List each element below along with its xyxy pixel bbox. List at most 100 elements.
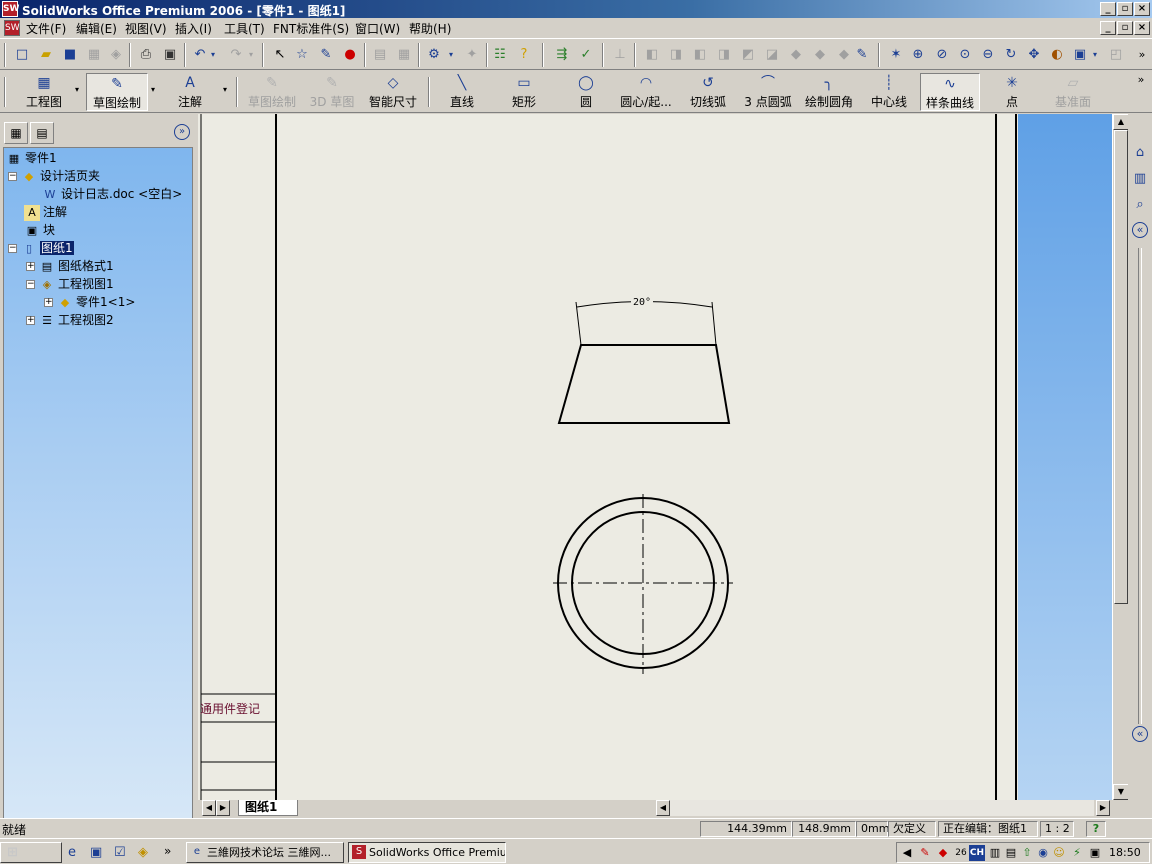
cm-fillet[interactable]: ╮ 绘制圆角 xyxy=(802,73,856,111)
save-icon[interactable]: ■ xyxy=(60,45,80,65)
angle-dimension-label[interactable]: 20° xyxy=(631,297,654,308)
new-icon[interactable]: □ xyxy=(12,45,32,65)
tray-keyboard-icon[interactable]: ▥ xyxy=(987,845,1003,861)
menu-file[interactable]: 文件(F) xyxy=(26,20,66,37)
vertical-scrollbar[interactable]: ▲ ▼ xyxy=(1112,114,1129,800)
menu-help[interactable]: 帮助(H) xyxy=(409,20,451,37)
tree-node-blocks[interactable]: ▣ 块 xyxy=(24,221,55,239)
redo-dropdown-icon[interactable]: ▾ xyxy=(246,45,256,65)
menu-view[interactable]: 视图(V) xyxy=(125,20,167,37)
tab-scroll-left-icon[interactable]: ◀ xyxy=(202,800,216,816)
cm-more-icon[interactable]: » xyxy=(1134,73,1148,111)
tree-node-part-instance[interactable]: + ◆ 零件1<1> xyxy=(44,293,135,311)
shadow-icon[interactable]: ◰ xyxy=(1106,45,1126,65)
cm-smart-dimension[interactable]: ◇ 智能尺寸 xyxy=(364,73,422,111)
expand-pane-icon[interactable]: « xyxy=(1132,726,1148,742)
rebuild-icon[interactable]: ● xyxy=(340,45,360,65)
collapse-pane-icon[interactable]: « xyxy=(1132,222,1148,238)
tree-node-drawing-view-2[interactable]: + ☰ 工程视图2 xyxy=(26,311,114,329)
cm-sketch-disabled[interactable]: ✎ 草图绘制 xyxy=(244,73,300,111)
scroll-down-icon[interactable]: ▼ xyxy=(1113,784,1129,800)
move-triad-icon[interactable]: ⊥ xyxy=(610,45,630,65)
minimize-button[interactable]: _ xyxy=(1100,2,1116,16)
quicklaunch-shield-icon[interactable]: ◈ xyxy=(138,845,148,860)
appearance-icon[interactable]: ▣ xyxy=(1070,45,1090,65)
menu-fnt-standard[interactable]: FNT标准件(S) xyxy=(273,20,349,37)
cm-3d-sketch[interactable]: ✎ 3D 草图 xyxy=(308,73,356,111)
scroll-thumb[interactable] xyxy=(1114,130,1128,604)
options-icon[interactable]: ⚙ xyxy=(424,45,444,65)
maximize-button[interactable]: ▫ xyxy=(1117,2,1133,16)
tab-scroll-right-icon[interactable]: ▶ xyxy=(216,800,230,816)
tray-network-icon[interactable]: ▤ xyxy=(1003,845,1019,861)
app-icon[interactable]: SW xyxy=(2,1,19,17)
tray-app-icon[interactable]: ✎ xyxy=(917,845,933,861)
status-help-icon[interactable]: ? xyxy=(1086,821,1106,837)
cube-icon[interactable]: ◈ xyxy=(106,45,126,65)
cm-sketch[interactable]: ✎ 草图绘制 xyxy=(86,73,148,111)
menu-tools[interactable]: 工具(T) xyxy=(224,20,265,37)
options-dropdown-icon[interactable]: ▾ xyxy=(446,45,456,65)
cm-plane[interactable]: ▱ 基准面 xyxy=(1046,73,1100,111)
tree-node-design-binder[interactable]: − ◆ 设计活页夹 xyxy=(8,167,100,185)
appearance-dropdown-icon[interactable]: ▾ xyxy=(1090,45,1100,65)
status-scale[interactable]: 1 : 2 xyxy=(1040,821,1074,837)
properties-icon[interactable]: ☷ xyxy=(490,45,510,65)
doc-close-button[interactable]: × xyxy=(1134,21,1150,35)
clock[interactable]: 18:50 xyxy=(1109,846,1141,859)
tray-antivirus-icon[interactable]: ◆ xyxy=(935,845,951,861)
sheet-tab[interactable]: 图纸1 xyxy=(238,800,298,816)
cm-rectangle[interactable]: ▭ 矩形 xyxy=(500,73,548,111)
expand-icon[interactable]: + xyxy=(26,262,35,271)
menu-insert[interactable]: 插入(I) xyxy=(175,20,212,37)
ime-indicator[interactable]: CH xyxy=(969,845,985,861)
quicklaunch-more-icon[interactable]: » xyxy=(164,844,171,858)
view-normal-icon[interactable]: ◆ xyxy=(834,45,854,65)
start-button[interactable]: ⊞ xyxy=(0,842,62,863)
cm-point[interactable]: ✳ 点 xyxy=(994,73,1030,111)
close-button[interactable]: × xyxy=(1134,2,1150,16)
pan-icon[interactable]: ✥ xyxy=(1024,45,1044,65)
menu-edit[interactable]: 编辑(E) xyxy=(76,20,117,37)
tree-node-part[interactable]: ▦ 零件1 xyxy=(6,149,57,167)
task-solidworks[interactable]: S SolidWorks Office Premiu... xyxy=(348,842,506,863)
tray-globe-icon[interactable]: ◉ xyxy=(1035,845,1051,861)
collapse-icon[interactable]: − xyxy=(8,172,17,181)
view-bottom-icon[interactable]: ◪ xyxy=(762,45,782,65)
hscroll-track[interactable] xyxy=(670,800,1094,816)
tray-flash-icon[interactable]: ⚡ xyxy=(1069,845,1085,861)
home-icon[interactable]: ⌂ xyxy=(1131,144,1149,162)
tray-arrow-icon[interactable]: ⇧ xyxy=(1019,845,1035,861)
print-icon[interactable]: ⎙ xyxy=(136,45,156,65)
section-view-icon[interactable]: ✎ xyxy=(852,45,872,65)
tree-node-sheet[interactable]: − ▯ 图纸1 xyxy=(8,239,74,257)
edit-macro-icon[interactable]: ✓ xyxy=(576,45,596,65)
quicklaunch-desktop-icon[interactable]: ▣ xyxy=(90,845,102,860)
open-icon[interactable]: ▰ xyxy=(36,45,56,65)
hscroll-left-icon[interactable]: ◀ xyxy=(656,800,670,816)
property-tab-icon[interactable]: ▤ xyxy=(30,122,54,144)
feature-tree-tab-icon[interactable]: ▦ xyxy=(4,122,28,144)
view-left-icon[interactable]: ◧ xyxy=(690,45,710,65)
view-back-icon[interactable]: ◨ xyxy=(666,45,686,65)
collapse-icon[interactable]: − xyxy=(8,244,17,253)
expand-icon[interactable]: + xyxy=(44,298,53,307)
sketch-toolbar-icon[interactable]: ✎ xyxy=(316,45,336,65)
view-top-icon[interactable]: ◩ xyxy=(738,45,758,65)
select-icon[interactable]: ↖ xyxy=(270,45,290,65)
cm-centerpoint-arc[interactable]: ◠ 圆心/起... xyxy=(614,73,678,111)
graphics-area[interactable]: 20° 通用件登记 xyxy=(198,114,1112,800)
select-tool-icon[interactable]: ☆ xyxy=(292,45,312,65)
doc-minimize-button[interactable]: _ xyxy=(1100,21,1116,35)
hscroll-right-icon[interactable]: ▶ xyxy=(1096,800,1110,816)
print-setup-icon[interactable]: ▦ xyxy=(84,45,104,65)
zoom-fit-icon[interactable]: ✶ xyxy=(886,45,906,65)
drawing-sheet[interactable]: 20° 通用件登记 xyxy=(198,114,1016,800)
scroll-up-icon[interactable]: ▲ xyxy=(1113,114,1129,130)
tree-node-design-journal[interactable]: W 设计日志.doc <空白> xyxy=(42,185,183,203)
zoom-in-out-icon[interactable]: ⊘ xyxy=(932,45,952,65)
toolbar-more-icon[interactable]: » xyxy=(1132,45,1152,65)
tools-icon[interactable]: ✦ xyxy=(462,45,482,65)
rotate-icon[interactable]: ↻ xyxy=(1001,45,1021,65)
library-icon[interactable]: ▥ xyxy=(1131,170,1149,188)
